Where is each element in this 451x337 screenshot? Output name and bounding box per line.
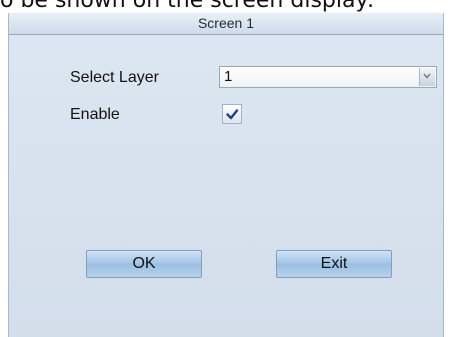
exit-button[interactable]: Exit xyxy=(276,250,392,278)
ok-button[interactable]: OK xyxy=(86,250,202,278)
select-layer-value: 1 xyxy=(224,68,233,85)
select-layer-dropdown[interactable]: 1 xyxy=(219,66,437,88)
enable-label: Enable xyxy=(70,106,120,123)
dialog-title: Screen 1 xyxy=(197,15,255,31)
screen-settings-dialog: Screen 1 Select Layer 1 Enable OK Exit xyxy=(8,13,444,337)
checkmark-icon xyxy=(226,109,239,120)
enable-checkbox[interactable] xyxy=(222,104,242,124)
dialog-title-bar: Screen 1 xyxy=(9,13,443,35)
select-layer-label: Select Layer xyxy=(70,69,159,86)
chevron-down-icon[interactable] xyxy=(419,68,435,86)
